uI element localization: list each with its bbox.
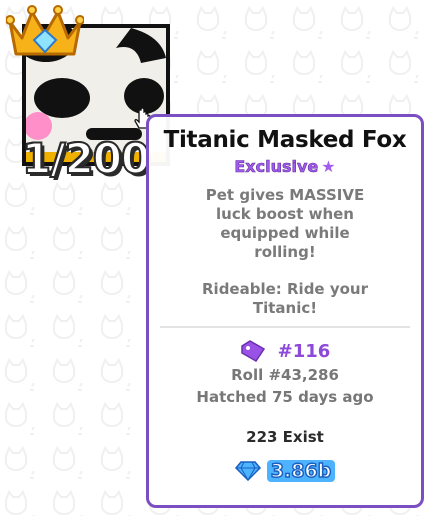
tag-row: #116 — [149, 340, 421, 362]
rarity-row: Exclusive ★ — [149, 157, 421, 177]
hatched-time: Hatched 75 days ago — [196, 388, 374, 406]
diamond-icon — [234, 461, 261, 481]
value-row: 3.86b — [149, 459, 421, 483]
tag-icon — [240, 340, 265, 362]
exist-count: 223 Exist — [246, 428, 324, 446]
pet-description: Pet gives MASSIVE luck boost when equipp… — [205, 186, 365, 261]
pet-tooltip: Titanic Masked Fox Exclusive ★ Pet gives… — [146, 114, 424, 508]
pet-count-text: 1/200 — [21, 133, 151, 184]
rarity-label: Exclusive — [234, 157, 319, 177]
pet-name: Titanic Masked Fox — [163, 127, 407, 153]
crown-icon — [6, 5, 84, 56]
divider — [160, 326, 410, 328]
pet-description-ride: Rideable: Ride your Titanic! — [202, 280, 368, 317]
pet-number: #116 — [277, 340, 331, 362]
pet-value: 3.86b — [266, 459, 336, 483]
roll-number: Roll #43,286 — [231, 366, 339, 384]
star-icon: ★ — [321, 157, 336, 176]
